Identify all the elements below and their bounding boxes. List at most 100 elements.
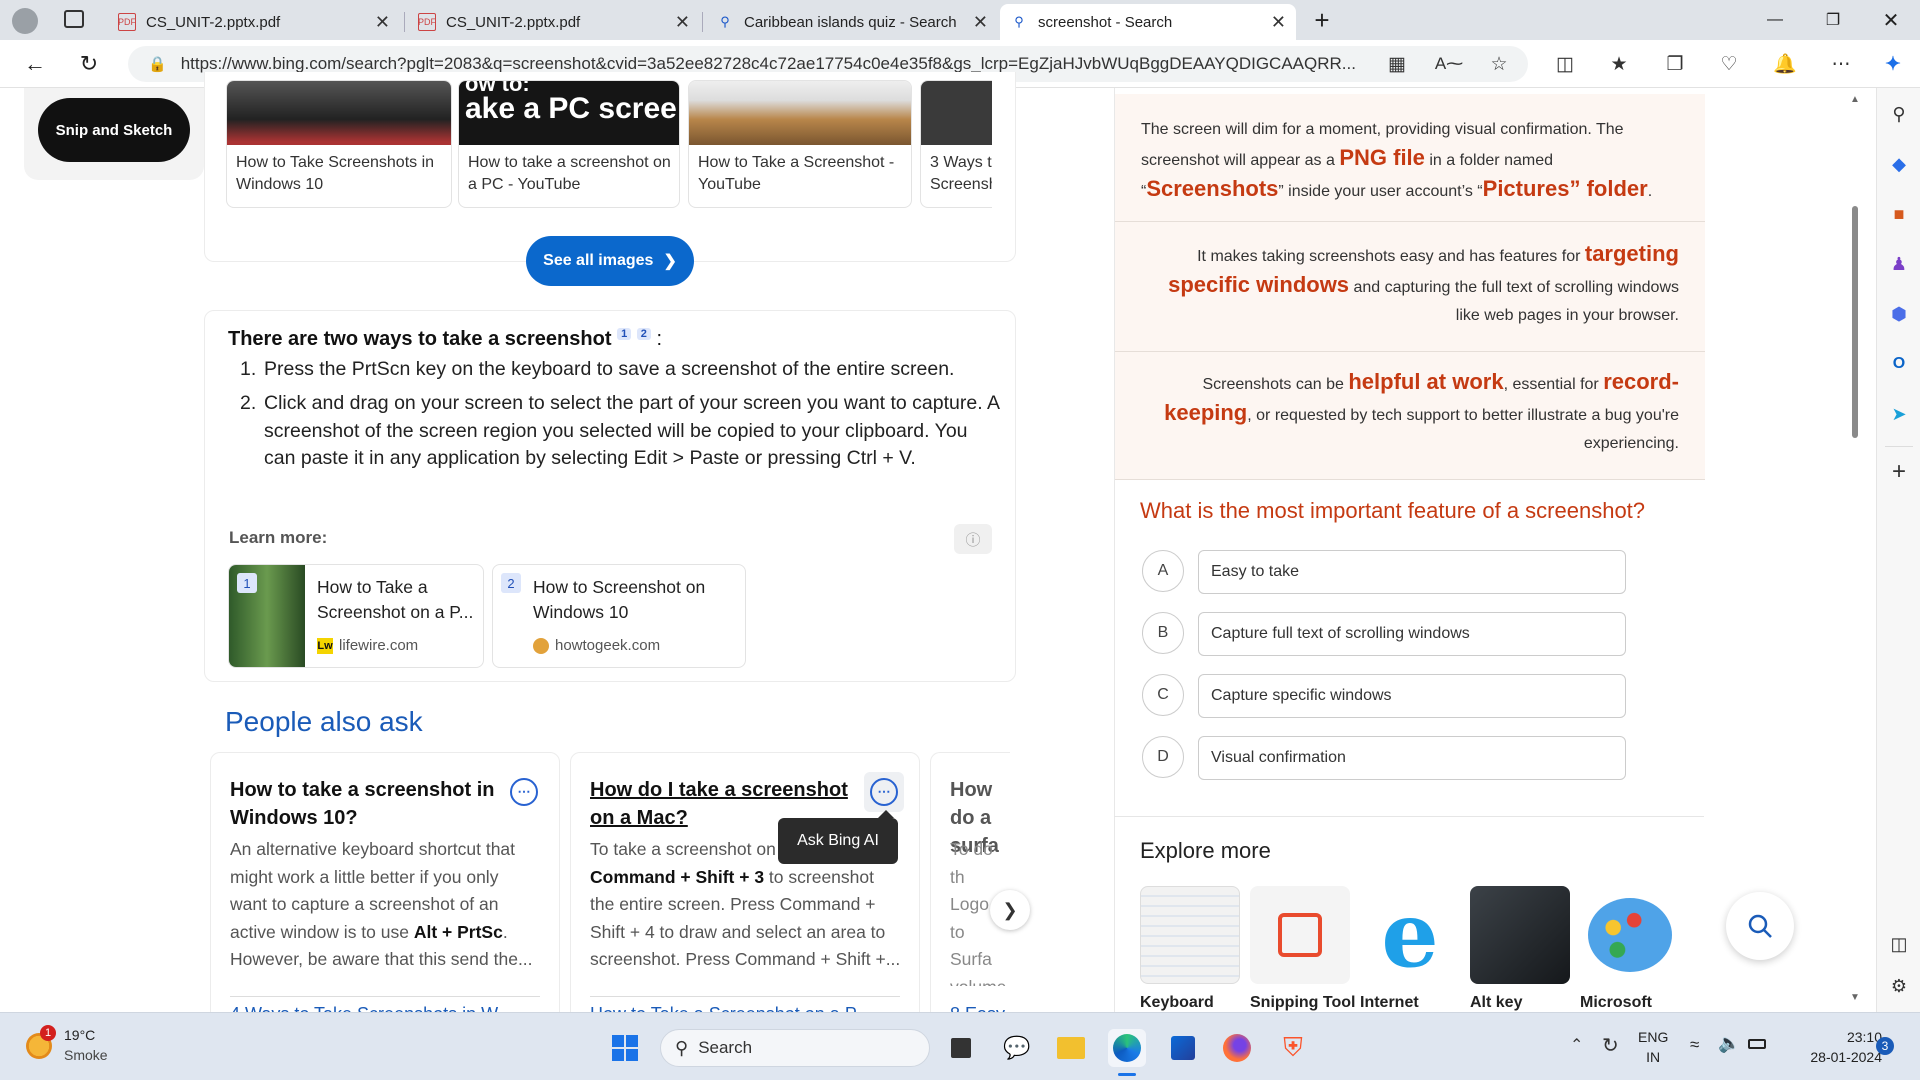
source-card-1[interactable]: 1 How to Take a Screenshot on a P... Lw …	[228, 564, 484, 668]
scroll-thumb[interactable]	[1852, 206, 1858, 438]
option-c-button[interactable]: Capture specific windows	[1198, 674, 1626, 718]
app-available-icon[interactable]: ▦	[1382, 50, 1412, 78]
profile-icon[interactable]	[12, 8, 38, 34]
notifications-icon[interactable]: 🔔	[1770, 50, 1800, 78]
hide-sidebar-icon[interactable]: ◫	[1885, 930, 1913, 958]
floating-search-button[interactable]	[1726, 892, 1794, 960]
explore-label[interactable]: Microsoft	[1580, 994, 1652, 1012]
explore-label[interactable]: Alt key	[1470, 994, 1522, 1012]
edge-browser-icon[interactable]	[1108, 1029, 1146, 1067]
copilot-icon[interactable]: ✦	[1878, 50, 1908, 78]
snipping-tool-icon[interactable]	[1250, 886, 1350, 984]
scroll-up-arrow[interactable]: ▲	[1850, 94, 1860, 105]
notification-count-badge[interactable]: 3	[1876, 1037, 1894, 1055]
video-thumbnail: ow to: ake a PC scree	[459, 81, 679, 145]
settings-gear-icon[interactable]: ⚙	[1885, 972, 1913, 1000]
lock-icon[interactable]: 🔒	[148, 55, 167, 73]
microsoft-365-icon[interactable]: ⬢	[1885, 300, 1913, 328]
tools-icon[interactable]: ■	[1885, 200, 1913, 228]
favorites-icon[interactable]: ★	[1604, 50, 1634, 78]
source-card-2[interactable]: 2 How to Screenshot on Windows 10 howtog…	[492, 564, 746, 668]
search-icon	[1748, 914, 1772, 938]
clock[interactable]: 23:10 28-01-2024	[1782, 1027, 1882, 1067]
explore-label[interactable]: Keyboard	[1140, 994, 1214, 1012]
explore-label[interactable]: Snipping Tool	[1250, 994, 1355, 1012]
snip-and-sketch-button[interactable]: Snip and Sketch	[38, 98, 190, 162]
task-view-icon[interactable]	[942, 1029, 980, 1067]
brave-icon[interactable]: ⛨	[1274, 1029, 1312, 1067]
more-menu-icon[interactable]: ⋯	[1826, 50, 1856, 78]
info-icon[interactable]: ⓘ	[954, 524, 992, 554]
taskbar-search-box[interactable]: ⚲ Search	[660, 1029, 930, 1067]
microsoft-store-icon[interactable]	[1164, 1029, 1202, 1067]
tab-caribbean-quiz[interactable]: ⚲ Caribbean islands quiz - Search ✕	[706, 4, 998, 40]
wifi-icon[interactable]: ≈	[1690, 1035, 1699, 1055]
chat-icon[interactable]: ⋯	[870, 778, 898, 806]
read-aloud-icon[interactable]: A⁓	[1434, 50, 1464, 78]
citation-2[interactable]: 2	[636, 328, 651, 341]
option-c-letter[interactable]: C	[1142, 674, 1184, 716]
see-all-label: See all images	[543, 252, 654, 269]
keyboard-thumbnail[interactable]	[1140, 886, 1240, 984]
refresh-button[interactable]: ↻	[72, 48, 106, 80]
pdf-icon: PDF	[418, 13, 436, 31]
tab-actions-icon[interactable]	[64, 10, 84, 28]
option-a-letter[interactable]: A	[1142, 550, 1184, 592]
games-icon[interactable]: ♟	[1885, 250, 1913, 278]
citation-1[interactable]: 1	[617, 328, 632, 341]
minimize-button[interactable]: —	[1752, 6, 1798, 34]
close-window-button[interactable]: ✕	[1868, 6, 1914, 34]
weather-widget[interactable]: 1 19°C Smoke	[20, 1025, 130, 1069]
tab-pdf-2[interactable]: PDF CS_UNIT-2.pptx.pdf ✕	[408, 4, 700, 40]
close-icon[interactable]: ✕	[973, 12, 988, 33]
new-tab-button[interactable]: +	[1308, 5, 1336, 35]
start-button[interactable]	[606, 1029, 644, 1067]
collections-icon[interactable]: ❐	[1660, 50, 1690, 78]
close-icon[interactable]: ✕	[375, 12, 390, 33]
battery-icon[interactable]	[1748, 1039, 1766, 1049]
add-icon[interactable]: +	[1885, 458, 1913, 486]
explore-label[interactable]: Internet	[1360, 994, 1419, 1012]
source-site: howtogeek.com	[555, 637, 661, 654]
onedrive-sync-icon[interactable]: ↻	[1602, 1033, 1619, 1058]
volume-icon[interactable]: 🔈	[1718, 1033, 1740, 1054]
firefox-icon[interactable]	[1218, 1029, 1256, 1067]
file-explorer-icon[interactable]	[1052, 1029, 1090, 1067]
tab-pdf-1[interactable]: PDF CS_UNIT-2.pptx.pdf ✕	[108, 4, 400, 40]
option-d-button[interactable]: Visual confirmation	[1198, 736, 1626, 780]
option-b-letter[interactable]: B	[1142, 612, 1184, 654]
teams-chat-icon[interactable]: 💬	[998, 1029, 1036, 1067]
favorite-star-icon[interactable]: ☆	[1484, 50, 1514, 78]
see-all-images-button[interactable]: See all images ❯	[526, 236, 694, 286]
shopping-icon[interactable]: ◆	[1885, 150, 1913, 178]
outlook-icon[interactable]: O	[1885, 350, 1913, 378]
answer-heading: There are two ways to take a screenshot …	[228, 328, 662, 351]
internet-explorer-icon[interactable]: e	[1360, 882, 1460, 988]
alt-key-thumbnail[interactable]	[1470, 886, 1570, 984]
search-icon[interactable]: ⚲	[1885, 100, 1913, 128]
keyboard-thumbnail	[689, 81, 911, 145]
scroll-down-arrow[interactable]: ▼	[1850, 992, 1860, 1003]
image-caption: How to Take a Screenshot - YouTube	[698, 154, 895, 193]
paint-palette-icon[interactable]	[1580, 886, 1680, 984]
show-hidden-icons[interactable]: ⌃	[1570, 1035, 1583, 1055]
back-button[interactable]: ←	[18, 48, 52, 80]
tab-screenshot-search[interactable]: ⚲ screenshot - Search ✕	[1000, 4, 1296, 40]
paa-question[interactable]: How to take a screenshot in Windows 10?	[230, 776, 500, 832]
split-screen-icon[interactable]: ◫	[1550, 50, 1580, 78]
option-b-button[interactable]: Capture full text of scrolling windows	[1198, 612, 1626, 656]
windows-taskbar: 1 19°C Smoke ⚲ Search 💬 ⛨ ⌃ ↻ ENG IN ≈ 🔈…	[0, 1012, 1920, 1080]
chevron-right-icon: ❯	[663, 253, 677, 270]
option-a-button[interactable]: Easy to take	[1198, 550, 1626, 594]
drop-icon[interactable]: ➤	[1885, 400, 1913, 428]
close-icon[interactable]: ✕	[1271, 12, 1286, 33]
restore-button[interactable]: ❐	[1810, 6, 1856, 34]
close-icon[interactable]: ✕	[675, 12, 690, 33]
option-d-letter[interactable]: D	[1142, 736, 1184, 778]
carousel-next-button[interactable]: ❯	[990, 890, 1030, 930]
page-scrollbar[interactable]: ▲ ▼	[1842, 88, 1870, 1012]
quiz-divider	[1114, 816, 1704, 817]
language-indicator[interactable]: ENG IN	[1638, 1027, 1668, 1067]
chat-icon[interactable]: ⋯	[510, 778, 538, 806]
browser-essentials-icon[interactable]: ♡	[1714, 50, 1744, 78]
